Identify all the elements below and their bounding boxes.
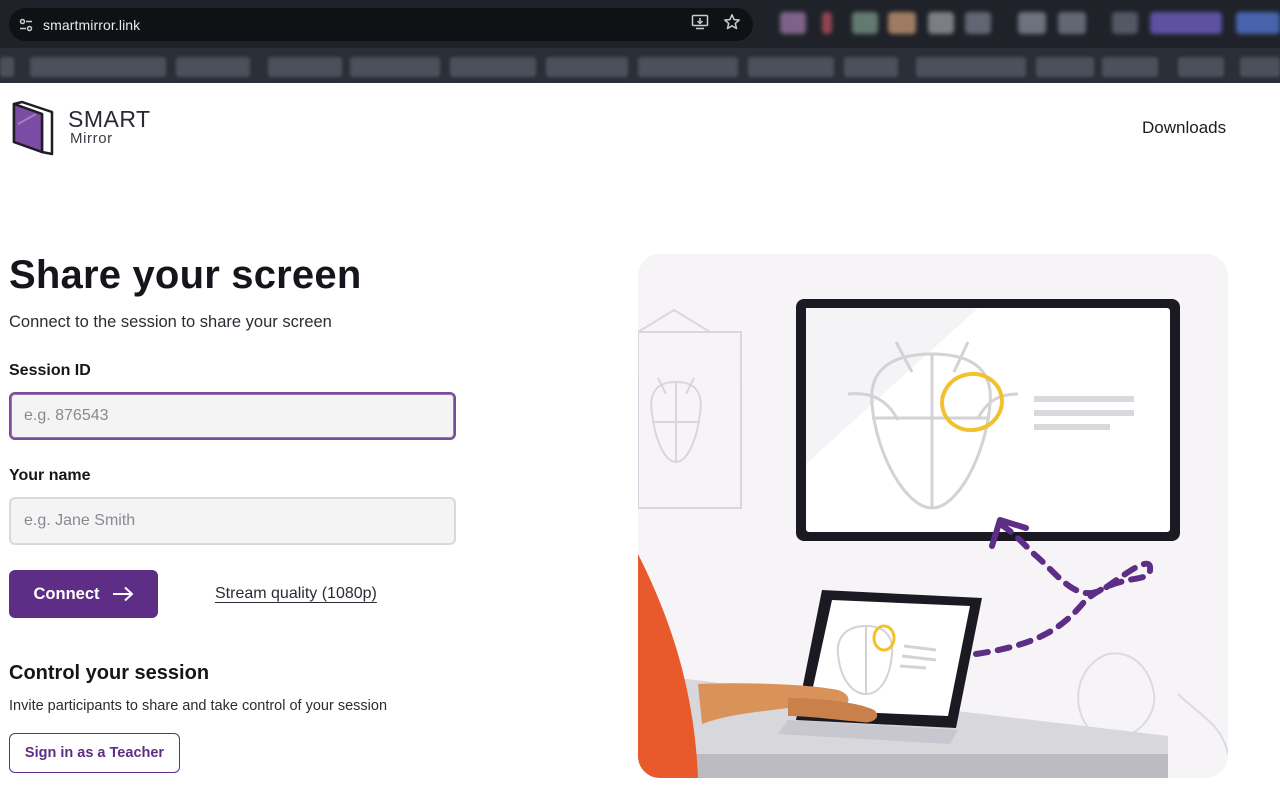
bookmarks-bar (0, 52, 1280, 80)
smart-mirror-logo-icon (12, 100, 54, 156)
your-name-input[interactable] (9, 497, 456, 545)
install-app-icon[interactable] (691, 13, 709, 36)
page-title: Share your screen (9, 253, 362, 297)
logo-subtitle: Mirror (70, 130, 113, 147)
url-text[interactable]: smartmirror.link (43, 17, 140, 33)
page-subtitle: Connect to the session to share your scr… (9, 313, 332, 331)
your-name-label: Your name (9, 467, 91, 484)
session-id-label: Session ID (9, 362, 91, 379)
connect-button[interactable]: Connect (9, 570, 158, 618)
address-bar[interactable]: smartmirror.link (9, 8, 753, 41)
stream-quality-link[interactable]: Stream quality (1080p) (215, 585, 377, 603)
wall-display (796, 299, 1180, 541)
site-settings-icon[interactable] (9, 8, 43, 41)
sign-in-teacher-button[interactable]: Sign in as a Teacher (9, 733, 180, 773)
session-id-input[interactable] (9, 392, 456, 440)
bookmark-star-icon[interactable] (723, 13, 741, 36)
page: SMART Mirror Downloads Share your screen… (0, 83, 1280, 805)
logo-title: SMART (68, 106, 151, 132)
arrow-right-icon (112, 586, 133, 602)
hero-illustration (638, 254, 1228, 778)
wall-poster (638, 308, 742, 509)
control-session-title: Control your session (9, 662, 210, 684)
browser-chrome: smartmirror.link (0, 0, 1280, 83)
downloads-link[interactable]: Downloads (1142, 118, 1226, 138)
connect-button-label: Connect (33, 584, 100, 603)
logo[interactable]: SMART Mirror (8, 100, 151, 156)
control-session-subtitle: Invite participants to share and take co… (9, 698, 388, 714)
